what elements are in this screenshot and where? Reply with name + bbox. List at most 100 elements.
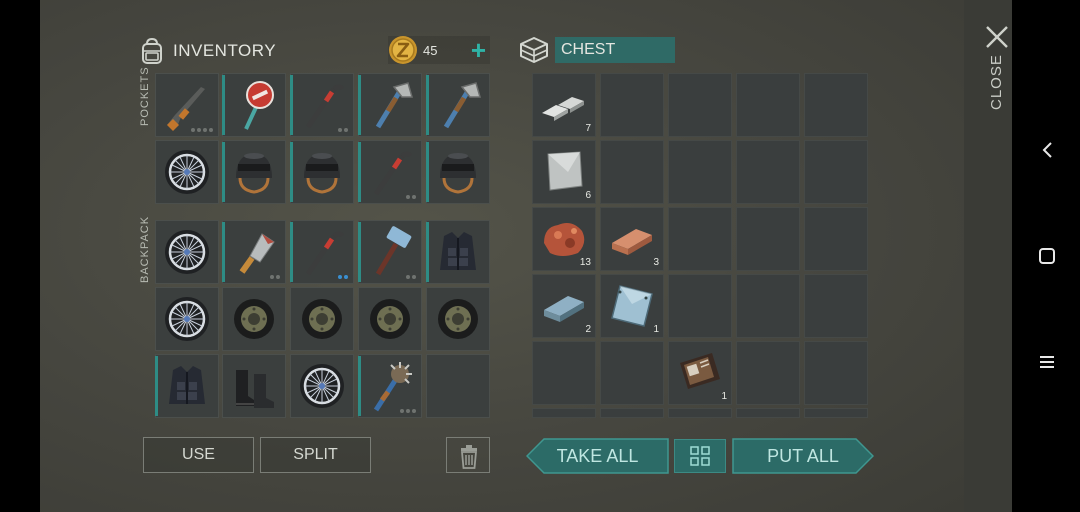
use-button[interactable]: USE	[143, 437, 254, 473]
chest-slot-copper-ore[interactable]: 13	[532, 207, 596, 271]
put-all-button[interactable]: PUT ALL	[732, 438, 874, 474]
wheel-icon	[165, 150, 209, 194]
chest-slot-empty[interactable]	[736, 73, 800, 137]
chest-header: CHEST	[517, 33, 675, 67]
chest-slot-empty[interactable]	[532, 408, 596, 418]
inventory-slot-tire[interactable]	[426, 287, 490, 351]
inventory-slot-crowbar[interactable]	[358, 140, 422, 204]
backpack-icon	[142, 37, 162, 64]
inventory-slot-vest[interactable]	[155, 354, 219, 418]
inventory-slot-vest[interactable]	[426, 220, 490, 284]
item-quantity: 13	[579, 257, 591, 268]
helmet-icon	[440, 153, 476, 194]
home-nav-icon[interactable]	[1037, 246, 1057, 266]
chest-slot-empty[interactable]	[532, 341, 596, 405]
chest-slot-iron-ingot[interactable]: 2	[532, 274, 596, 338]
split-button[interactable]: SPLIT	[260, 437, 371, 473]
inventory-slot-rifle[interactable]	[155, 73, 219, 137]
sort-button[interactable]	[674, 439, 726, 473]
chest-slot-metal-sheet[interactable]: 6	[532, 140, 596, 204]
inventory-slot-wheel[interactable]	[155, 287, 219, 351]
chest-slot-empty[interactable]	[600, 408, 664, 418]
tire-icon	[234, 299, 274, 339]
chest-slot-empty[interactable]	[668, 207, 732, 271]
chest-slot-metal-bars[interactable]: 7	[532, 73, 596, 137]
steel-plate-icon	[611, 285, 653, 327]
chest-slot-empty[interactable]	[736, 140, 800, 204]
tire-icon	[438, 299, 478, 339]
pockets-label: POCKETS	[139, 66, 151, 126]
inventory-slot-spiked-club[interactable]	[358, 354, 422, 418]
inventory-slot-hatchet[interactable]	[426, 73, 490, 137]
chest-slot-empty[interactable]	[804, 140, 868, 204]
durability-dots	[338, 128, 348, 132]
coin-icon	[389, 36, 417, 64]
chest-slot-empty[interactable]	[804, 274, 868, 338]
add-coins-button[interactable]: +	[471, 36, 486, 64]
durability-dots	[270, 275, 280, 279]
boots-icon	[236, 370, 274, 408]
helmet-icon	[236, 153, 272, 194]
chest-slot-empty[interactable]	[804, 207, 868, 271]
inventory-slot-crowbar[interactable]	[290, 220, 354, 284]
chest-slot-steel-plate[interactable]: 1	[600, 274, 664, 338]
cleaver-icon	[239, 233, 275, 274]
item-quantity: 6	[585, 190, 591, 201]
wheel-icon	[300, 364, 344, 408]
item-quantity: 1	[653, 324, 659, 335]
take-all-button[interactable]: TAKE ALL	[526, 438, 669, 474]
crowbar-icon	[305, 231, 345, 276]
chest-slot-empty[interactable]	[600, 73, 664, 137]
close-label[interactable]: CLOSE	[988, 54, 1005, 110]
back-nav-icon[interactable]	[1038, 140, 1058, 160]
chest-slot-empty[interactable]	[736, 274, 800, 338]
chest-slot-empty[interactable]	[736, 408, 800, 418]
inventory-slot-hatchet[interactable]	[358, 73, 422, 137]
inventory-slot-helmet[interactable]	[426, 140, 490, 204]
item-quantity: 1	[721, 391, 727, 402]
inventory-slot-tire[interactable]	[358, 287, 422, 351]
inventory-slot-tire[interactable]	[222, 287, 286, 351]
inventory-slot-wheel[interactable]	[290, 354, 354, 418]
coin-count: 45	[423, 42, 438, 58]
inventory-slot-tire[interactable]	[290, 287, 354, 351]
close-icon[interactable]	[984, 24, 1010, 50]
inventory-slot-crowbar[interactable]	[290, 73, 354, 137]
recents-nav-icon[interactable]	[1037, 352, 1057, 372]
inventory-slot-wheel[interactable]	[155, 220, 219, 284]
durability-dots	[406, 195, 416, 199]
inventory-slot-wheel[interactable]	[155, 140, 219, 204]
inventory-slot-cleaver[interactable]	[222, 220, 286, 284]
copper-ingot-icon	[612, 229, 652, 255]
inventory-slot-helmet[interactable]	[222, 140, 286, 204]
chest-slot-empty[interactable]	[668, 140, 732, 204]
durability-dots	[338, 275, 348, 279]
wheel-icon	[165, 230, 209, 274]
inventory-slot-helmet[interactable]	[290, 140, 354, 204]
inventory-slot-stop-sign[interactable]	[222, 73, 286, 137]
chest-slot-empty[interactable]	[804, 408, 868, 418]
chest-slot-empty[interactable]	[804, 73, 868, 137]
chest-slot-empty[interactable]	[668, 408, 732, 418]
chest-slot-empty[interactable]	[804, 341, 868, 405]
chest-slot-empty[interactable]	[668, 274, 732, 338]
item-quantity: 3	[653, 257, 659, 268]
inventory-slot-sledgehammer[interactable]	[358, 220, 422, 284]
tire-icon	[302, 299, 342, 339]
chest-title: CHEST	[555, 37, 675, 63]
vest-icon	[169, 366, 205, 404]
inventory-header: INVENTORY	[137, 33, 276, 69]
inventory-slot-boots[interactable]	[222, 354, 286, 418]
trash-button[interactable]	[446, 437, 490, 473]
iron-ingot-icon	[544, 296, 584, 322]
chest-slot-empty[interactable]	[736, 341, 800, 405]
crowbar-icon	[305, 84, 345, 129]
metal-bars-icon	[542, 97, 584, 121]
chest-slot-empty[interactable]	[736, 207, 800, 271]
chest-slot-empty[interactable]	[600, 140, 664, 204]
chest-slot-copper-ingot[interactable]: 3	[600, 207, 664, 271]
chest-slot-notebook[interactable]: 1	[668, 341, 732, 405]
inventory-slot-empty[interactable]	[426, 354, 490, 418]
chest-slot-empty[interactable]	[600, 341, 664, 405]
chest-slot-empty[interactable]	[668, 73, 732, 137]
